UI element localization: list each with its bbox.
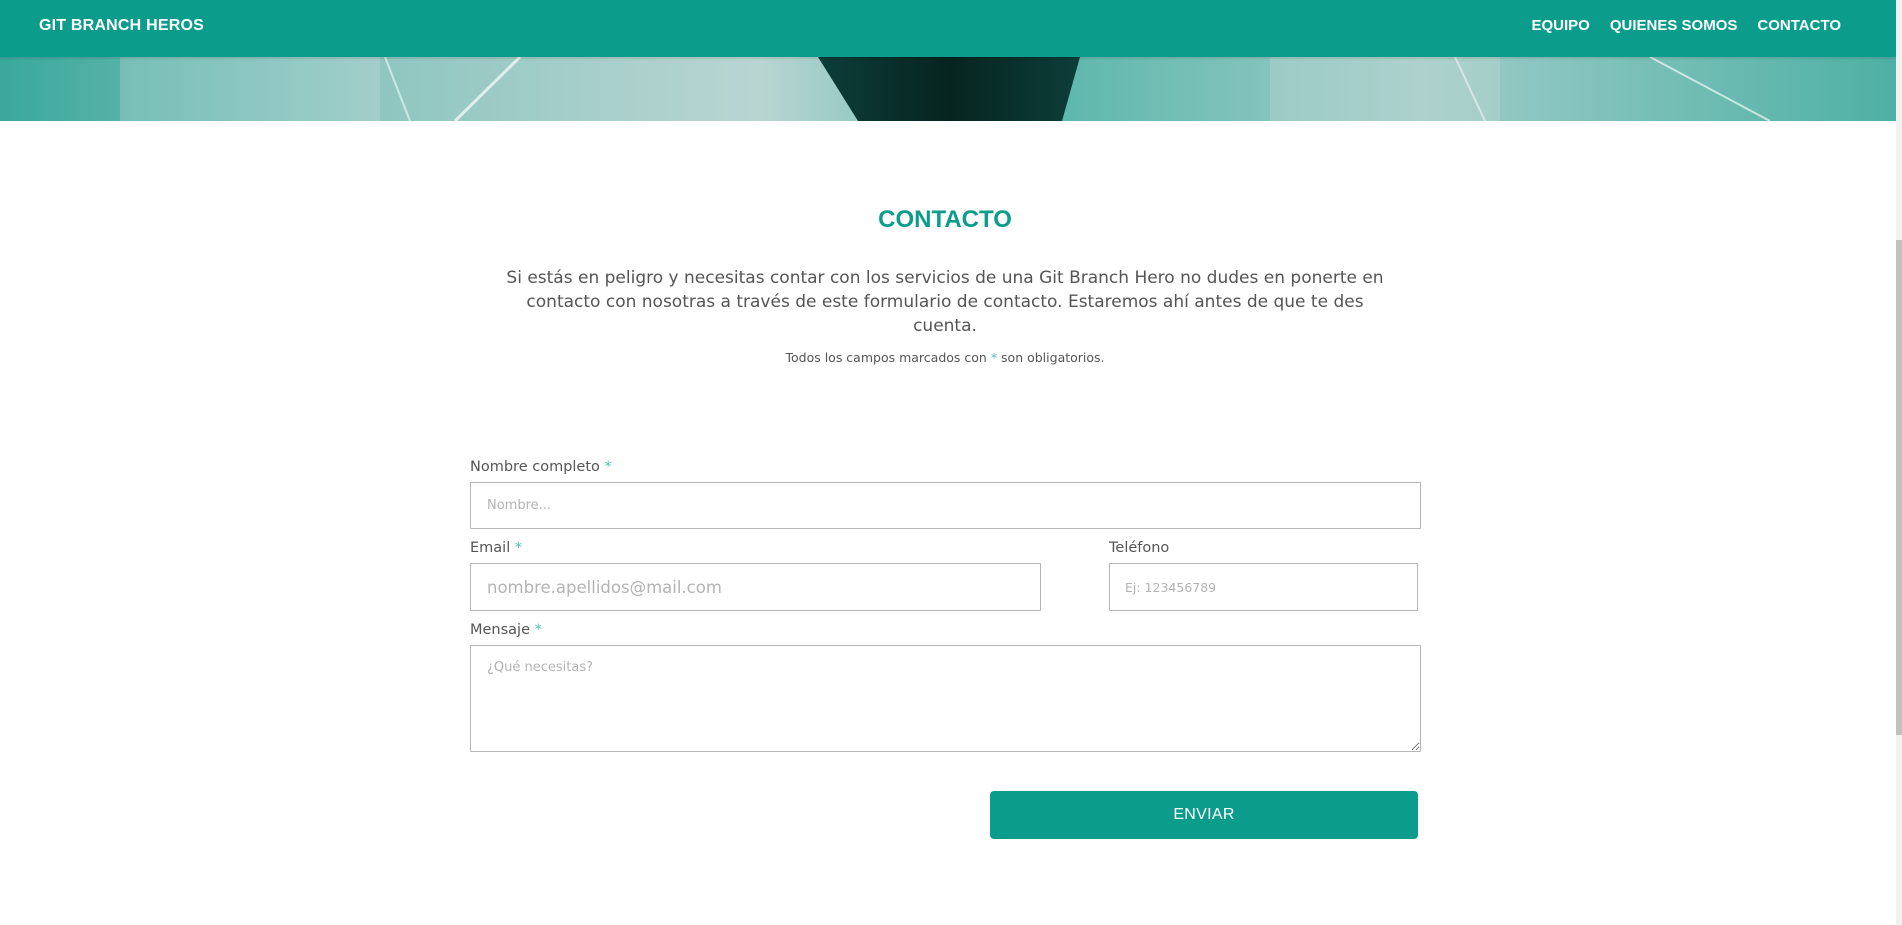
message-required-star: * (534, 622, 542, 638)
email-required-star: * (514, 540, 523, 556)
message-field-label: Mensaje * (470, 622, 542, 638)
contact-intro-text: Si estás en peligro y necesitas contar c… (506, 268, 1384, 336)
nav-link-quienes-somos[interactable]: QUIENES SOMOS (1610, 17, 1738, 34)
phone-field-label: Teléfono (1109, 540, 1169, 556)
name-required-star: * (604, 459, 612, 475)
name-field-label: Nombre completo * (470, 459, 612, 475)
message-label-text: Mensaje (470, 622, 531, 638)
brand-logo-link[interactable]: GIT BRANCH HEROS (39, 17, 204, 35)
page-scrollbar-thumb[interactable] (1896, 240, 1902, 735)
hero-image-strip (0, 57, 1896, 121)
email-input[interactable] (470, 563, 1041, 611)
nav-link-equipo[interactable]: EQUIPO (1532, 17, 1590, 34)
hero-background-graphic (120, 57, 1771, 121)
phone-input[interactable] (1109, 563, 1418, 611)
message-textarea[interactable] (470, 645, 1421, 752)
submit-button[interactable]: ENVIAR (990, 791, 1418, 839)
name-label-text: Nombre completo (470, 459, 600, 475)
required-fields-note: Todos los campos marcados con * son obli… (0, 350, 1890, 365)
email-label-text: Email (470, 540, 511, 556)
required-note-suffix: son obligatorios. (1001, 350, 1105, 365)
email-field-label: Email * (470, 540, 522, 556)
required-note-star: * (990, 350, 998, 365)
full-name-input[interactable] (470, 482, 1421, 529)
top-navbar: GIT BRANCH HEROS EQUIPO QUIENES SOMOS CO… (0, 0, 1896, 57)
contact-section-title: CONTACTO (878, 206, 1012, 233)
nav-links: EQUIPO QUIENES SOMOS CONTACTO (1532, 17, 1842, 34)
phone-label-text: Teléfono (1109, 540, 1170, 556)
required-note-prefix: Todos los campos marcados con (785, 350, 987, 365)
nav-link-contacto[interactable]: CONTACTO (1757, 17, 1841, 34)
